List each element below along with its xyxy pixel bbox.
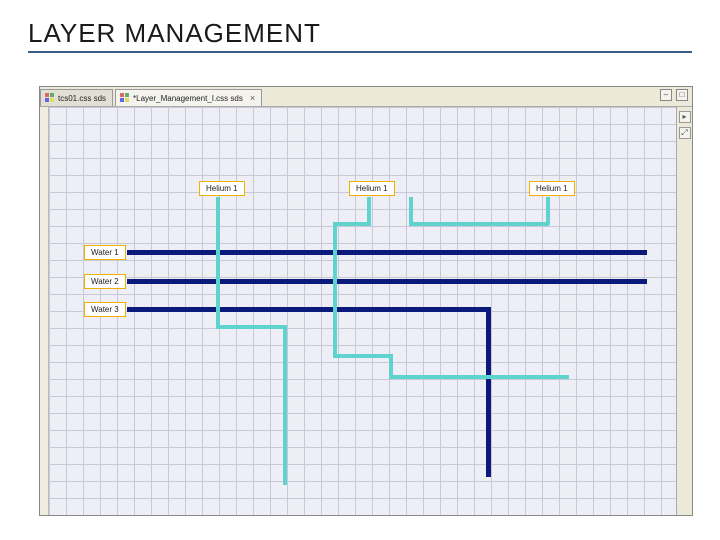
page-title: LAYER MANAGEMENT [28, 18, 692, 53]
pipe-water3-h [127, 307, 491, 312]
node-water-1[interactable]: Water 1 [84, 245, 126, 260]
pipe-helium1c-v [546, 197, 550, 225]
maximize-icon[interactable]: □ [676, 89, 688, 101]
pipe-helium1b-h3 [389, 375, 569, 379]
ruler-vertical [40, 107, 49, 515]
tool-strip: ▸ ⤢ [676, 107, 692, 515]
pipe-water1-h [127, 250, 647, 255]
editor-window: tcs01.css sds *Layer_Management_I.css sd… [39, 86, 693, 516]
tab-layer-management[interactable]: *Layer_Management_I.css sds × [115, 89, 262, 106]
canvas[interactable]: Helium 1 Helium 1 Helium 1 Water 1 Water… [49, 107, 676, 515]
pipe-helium1b-h1 [333, 222, 371, 226]
pipe-helium1b-v2 [333, 222, 337, 357]
pipe-helium1b-h2 [333, 354, 393, 358]
arrow-icon[interactable]: ▸ [679, 111, 691, 123]
pipe-helium-bc-link [409, 222, 549, 226]
tab-tcs01[interactable]: tcs01.css sds [40, 89, 113, 106]
file-icon [45, 93, 55, 103]
tab-label: tcs01.css sds [58, 94, 106, 103]
tab-label: *Layer_Management_I.css sds [133, 94, 243, 103]
node-helium-1a[interactable]: Helium 1 [199, 181, 245, 196]
pipe-helium1a-h [216, 325, 286, 329]
pipe-helium1a-v [216, 197, 220, 325]
pipe-helium-bc-v [409, 197, 413, 225]
node-helium-1c[interactable]: Helium 1 [529, 181, 575, 196]
minimize-icon[interactable]: – [660, 89, 672, 101]
zoom-icon[interactable]: ⤢ [679, 127, 691, 139]
close-icon[interactable]: × [250, 93, 255, 103]
pipe-water3-v [486, 307, 491, 477]
node-water-2[interactable]: Water 2 [84, 274, 126, 289]
node-water-3[interactable]: Water 3 [84, 302, 126, 317]
pipe-helium1b-v1 [367, 197, 371, 225]
pipe-water2-h [127, 279, 647, 284]
pipe-helium1a-v2 [283, 325, 287, 485]
tab-bar: tcs01.css sds *Layer_Management_I.css sd… [40, 87, 692, 107]
file-icon [120, 93, 130, 103]
window-controls: – □ [660, 89, 688, 101]
node-helium-1b[interactable]: Helium 1 [349, 181, 395, 196]
